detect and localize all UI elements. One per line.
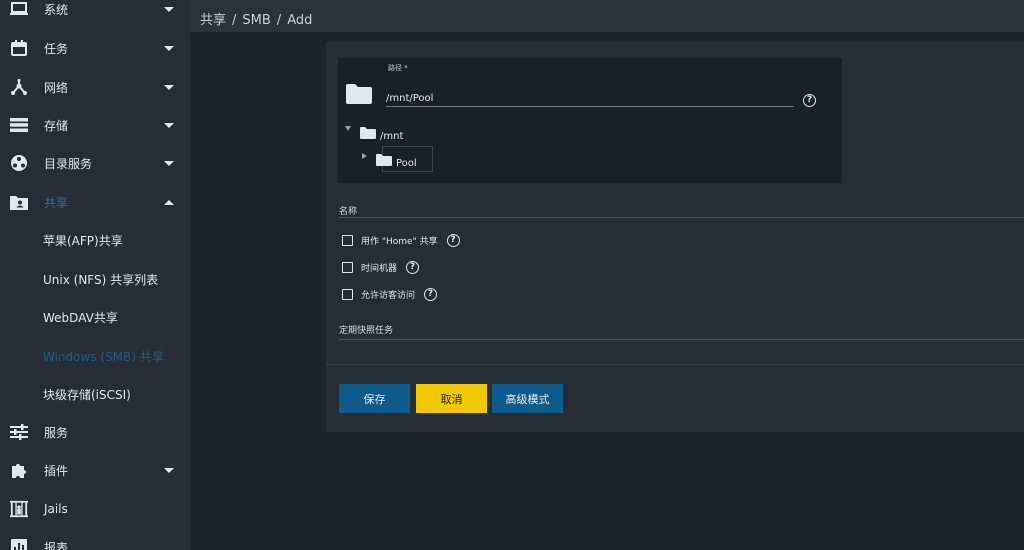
- help-icon[interactable]: ?: [406, 260, 420, 274]
- tree-node-pool[interactable]: Pool: [396, 158, 417, 169]
- sidebar-item-network[interactable]: 网络: [0, 68, 190, 106]
- help-icon[interactable]: ?: [446, 233, 460, 247]
- breadcrumb-item-smb[interactable]: SMB: [242, 13, 270, 28]
- chevron-down-icon: [164, 6, 174, 12]
- sidebar-item-services[interactable]: 服务: [0, 413, 190, 451]
- breadcrumb-item-sharing[interactable]: 共享: [200, 13, 226, 28]
- sidebar-subitem-afp[interactable]: 苹果(AFP)共享: [0, 221, 190, 259]
- help-icon[interactable]: ?: [803, 94, 816, 107]
- sidebar-subitem-nfs[interactable]: Unix (NFS) 共享列表: [0, 260, 190, 298]
- top-bar: 共享 / SMB / Add: [190, 0, 1024, 33]
- tree-expand-icon[interactable]: [345, 126, 351, 131]
- sidebar-item-label: Jails: [44, 502, 68, 516]
- guest-access-checkbox-row[interactable]: 允许访客访问 ?: [342, 286, 438, 302]
- sidebar-subitem-label: Unix (NFS) 共享列表: [43, 272, 159, 287]
- folder-icon: [346, 84, 372, 104]
- guest-access-checkbox[interactable]: [342, 288, 353, 300]
- sidebar-item-label: 服务: [44, 425, 69, 440]
- folder-icon: [360, 124, 376, 139]
- sidebar-item-label: 目录服务: [44, 156, 93, 171]
- time-machine-checkbox-row[interactable]: 时间机器 ?: [342, 259, 420, 275]
- chevron-down-icon: [164, 84, 174, 90]
- sidebar: 系统 任务 网络 存储 目录服务 共享 苹果(AFP)共享 Unix (NFS)…: [0, 0, 190, 550]
- chevron-down-icon: [164, 160, 174, 166]
- directory-icon: [10, 154, 28, 172]
- share-folder-icon: [10, 193, 28, 211]
- jail-icon: [10, 500, 28, 518]
- network-icon: [10, 78, 28, 96]
- sidebar-subitem-label: 块级存储(iSCSI): [43, 387, 131, 402]
- sidebar-item-system[interactable]: 系统: [0, 0, 190, 28]
- sidebar-item-storage[interactable]: 存储: [0, 106, 190, 144]
- cancel-button[interactable]: 取消: [416, 384, 487, 413]
- sidebar-item-label: 共享: [44, 195, 69, 210]
- sidebar-item-plugins[interactable]: 插件: [0, 451, 190, 489]
- sidebar-item-label: 插件: [44, 463, 69, 478]
- sidebar-subitem-label: 苹果(AFP)共享: [43, 233, 123, 248]
- storage-icon: [10, 116, 28, 134]
- chart-icon: [10, 538, 28, 550]
- sidebar-item-reports[interactable]: 报表: [0, 528, 190, 550]
- sidebar-subitem-iscsi[interactable]: 块级存储(iSCSI): [0, 375, 190, 413]
- sidebar-item-directory[interactable]: 目录服务: [0, 144, 190, 182]
- path-label: 路径 *: [388, 64, 408, 72]
- sliders-icon: [10, 423, 28, 441]
- folder-icon: [376, 151, 392, 166]
- sidebar-subitem-webdav[interactable]: WebDAV共享: [0, 298, 190, 336]
- checkbox-label: 时间机器: [361, 263, 398, 274]
- checkbox-label: 用作 "Home" 共享: [361, 236, 438, 247]
- sidebar-item-label: 报表: [44, 540, 69, 550]
- chevron-down-icon: [164, 45, 174, 51]
- sidebar-item-tasks[interactable]: 任务: [0, 29, 190, 67]
- calendar-icon: [10, 39, 28, 57]
- name-input-underline[interactable]: [339, 217, 1024, 218]
- chevron-down-icon: [164, 122, 174, 128]
- chevron-up-icon: [164, 199, 174, 205]
- snapshot-task-select[interactable]: [339, 339, 1024, 340]
- sidebar-subitem-label: WebDAV共享: [43, 310, 118, 325]
- breadcrumb: 共享 / SMB / Add: [200, 9, 318, 28]
- sidebar-subitem-label: Windows (SMB) 共享: [43, 349, 164, 364]
- name-label: 名称: [339, 207, 358, 217]
- breadcrumb-item-add: Add: [287, 13, 313, 28]
- time-machine-checkbox[interactable]: [342, 261, 353, 273]
- puzzle-icon: [10, 461, 28, 479]
- checkbox-label: 允许访客访问: [361, 290, 416, 301]
- breadcrumb-separator: /: [276, 13, 282, 28]
- laptop-icon: [10, 0, 28, 18]
- chevron-down-icon: [164, 467, 174, 473]
- tree-node-mnt[interactable]: /mnt: [380, 131, 403, 142]
- sidebar-item-label: 系统: [44, 2, 69, 17]
- advanced-mode-button[interactable]: 高级模式: [492, 384, 563, 413]
- help-icon[interactable]: ?: [424, 287, 438, 301]
- snapshot-task-label: 定期快照任务: [339, 326, 394, 336]
- sidebar-item-sharing[interactable]: 共享: [0, 183, 190, 221]
- sidebar-item-label: 存储: [44, 118, 69, 133]
- sidebar-item-label: 网络: [44, 80, 69, 95]
- sidebar-item-label: 任务: [44, 41, 69, 56]
- smb-add-form: 路径 * ? /mnt Pool 名称 用作 "Home" 共享 ? 时间机器 …: [326, 42, 1024, 432]
- home-share-checkbox-row[interactable]: 用作 "Home" 共享 ?: [342, 232, 460, 248]
- path-explorer: 路径 * ? /mnt Pool: [338, 58, 842, 183]
- tree-collapse-icon[interactable]: [362, 153, 367, 159]
- form-divider: [326, 364, 1024, 365]
- save-button[interactable]: 保存: [339, 384, 410, 413]
- path-input[interactable]: [386, 90, 794, 107]
- home-share-checkbox[interactable]: [342, 234, 353, 246]
- sidebar-item-jails[interactable]: Jails: [0, 490, 190, 528]
- sidebar-subitem-smb[interactable]: Windows (SMB) 共享: [0, 337, 190, 375]
- breadcrumb-separator: /: [232, 13, 237, 28]
